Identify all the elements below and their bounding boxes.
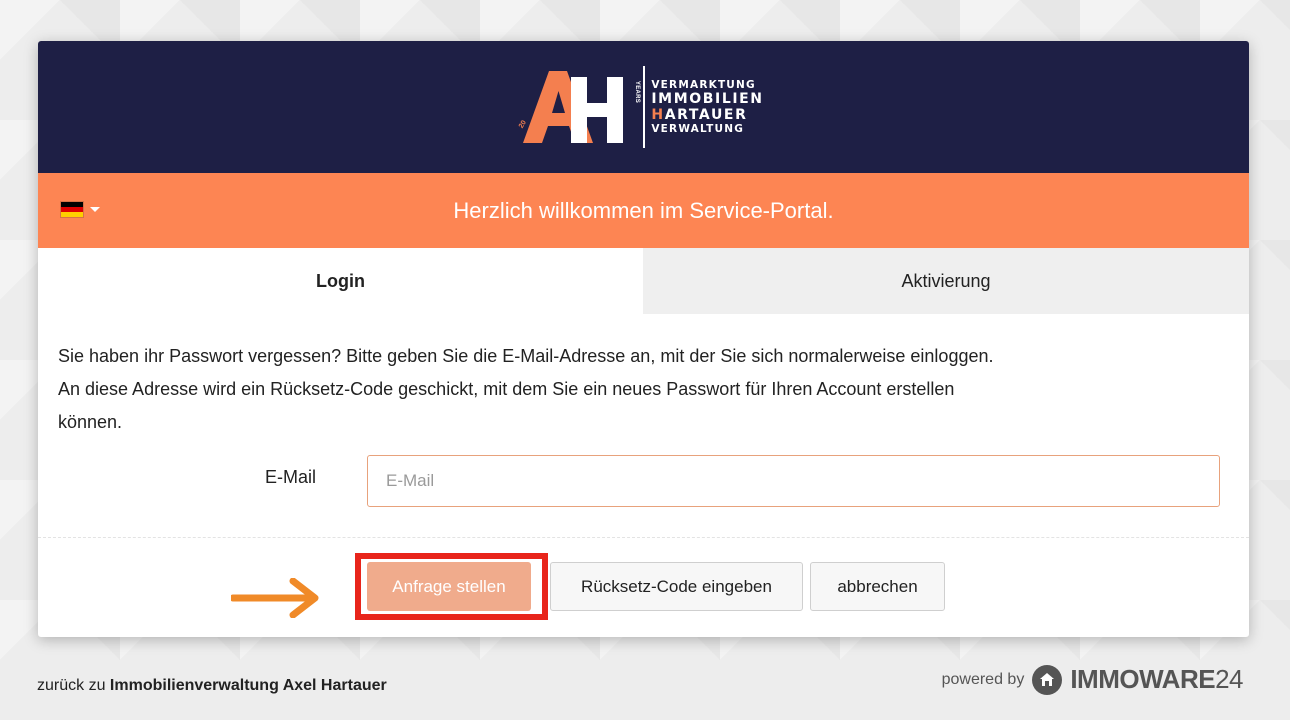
submit-request-button[interactable]: Anfrage stellen — [367, 562, 531, 611]
powered-by: powered by IMMOWARE24 — [942, 664, 1243, 695]
logo-line-verwaltung: VERWALTUNG — [651, 123, 745, 135]
back-link-text: zurück zu Immobilienverwaltung Axel Hart… — [37, 677, 387, 695]
immoware-logo[interactable]: IMMOWARE24 — [1070, 664, 1243, 695]
tab-login[interactable]: Login — [38, 248, 643, 314]
logo-line-immobilien: IMMOBILIEN — [651, 91, 764, 107]
language-dropdown[interactable] — [60, 201, 100, 218]
email-label: E-Mail — [264, 466, 316, 487]
logo-divider — [643, 66, 646, 148]
arrow-right-icon — [231, 578, 319, 618]
reset-instructions: Sie haben ihr Passwort vergessen? Bitte … — [38, 314, 1249, 439]
portal-header: 20 YEARS VERMARKTUNG IMMOBILIEN HARTAUER… — [38, 41, 1249, 173]
german-flag-icon — [60, 201, 84, 218]
logo-line-hartauer: HARTAUER — [651, 107, 748, 123]
back-prefix: zurück zu — [37, 677, 106, 694]
powered-by-label: powered by — [941, 670, 1025, 688]
logo-ah-mark: 20 YEARS — [518, 71, 640, 143]
login-card: 20 YEARS VERMARKTUNG IMMOBILIEN HARTAUER… — [38, 41, 1249, 637]
tab-activation[interactable]: Aktivierung — [643, 248, 1249, 314]
instructions-line-1: Sie haben ihr Passwort vergessen? Bitte … — [58, 346, 994, 366]
form-divider — [38, 537, 1249, 538]
instructions-line-2: An diese Adresse wird ein Rücksetz-Code … — [58, 379, 955, 399]
email-field[interactable] — [367, 455, 1220, 507]
welcome-banner: Herzlich willkommen im Service-Portal. — [38, 173, 1249, 248]
instructions-line-3: können. — [58, 412, 123, 432]
immoware-house-icon — [1032, 664, 1063, 695]
back-link[interactable]: Immobilienverwaltung Axel Hartauer — [110, 677, 387, 694]
logo-line-vermarktung: VERMARKTUNG — [651, 78, 756, 91]
logo-wordmark: VERMARKTUNG IMMOBILIEN HARTAUER VERWALTU… — [651, 78, 764, 135]
welcome-title: Herzlich willkommen im Service-Portal. — [453, 197, 834, 223]
caret-down-icon — [90, 207, 100, 212]
logo-years-label: YEARS — [634, 80, 641, 104]
cancel-button[interactable]: abbrechen — [810, 562, 945, 611]
enter-reset-code-button[interactable]: Rücksetz-Code eingeben — [550, 562, 803, 611]
auth-tabs: Login Aktivierung — [38, 248, 1249, 314]
company-logo: 20 YEARS VERMARKTUNG IMMOBILIEN HARTAUER… — [518, 66, 764, 148]
logo-ah-glyph — [523, 71, 624, 143]
